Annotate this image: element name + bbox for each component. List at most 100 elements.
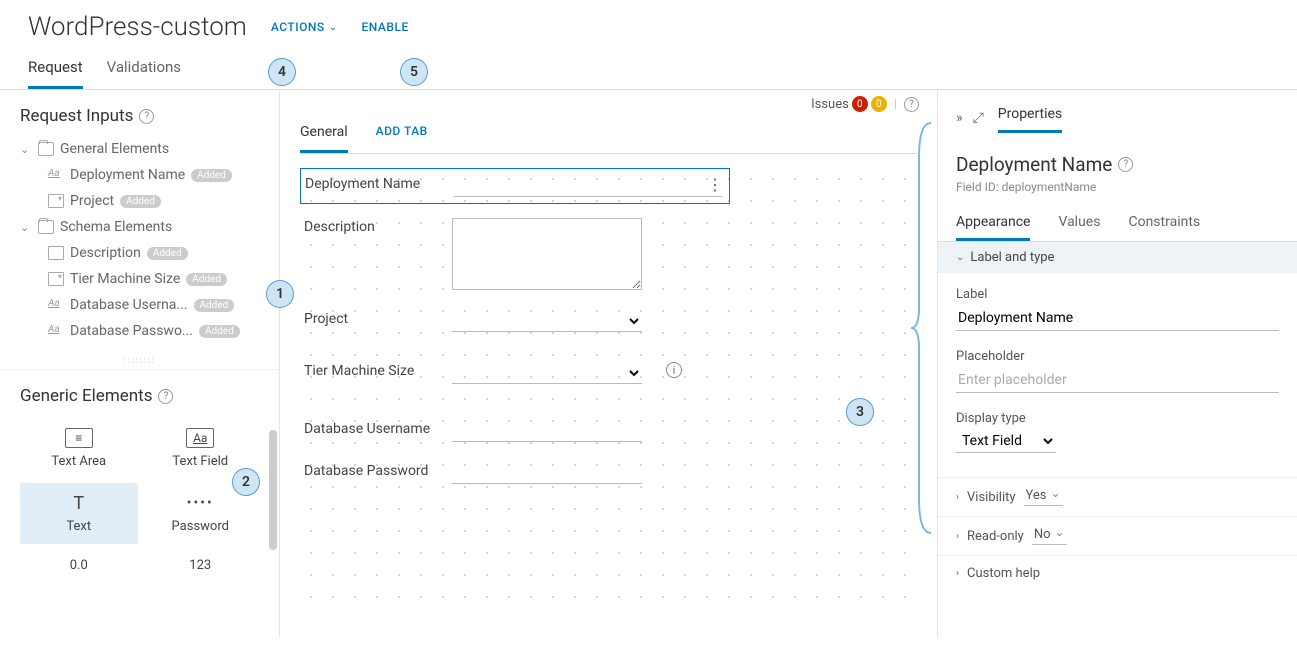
help-icon[interactable]: ? bbox=[139, 109, 154, 124]
combo-icon bbox=[48, 194, 64, 208]
tree-schema-elements[interactable]: ⌄ Schema Elements bbox=[20, 214, 259, 240]
prop-tab-values[interactable]: Values bbox=[1058, 208, 1100, 241]
callout-4: 4 bbox=[268, 58, 296, 86]
properties-tab[interactable]: Properties bbox=[998, 102, 1062, 133]
tree-item-db-username[interactable]: Aa Database Userna... Added bbox=[20, 292, 259, 318]
db-username-input[interactable] bbox=[452, 420, 642, 442]
folder-icon bbox=[38, 142, 54, 156]
row-db-username[interactable]: Database Username bbox=[300, 414, 917, 448]
db-password-input[interactable] bbox=[452, 462, 642, 484]
left-panel: Request Inputs ? ⌄ General Elements Aa D… bbox=[0, 90, 280, 638]
password-icon: •••• bbox=[186, 493, 214, 513]
callout-2: 2 bbox=[232, 468, 260, 496]
info-icon[interactable]: i bbox=[666, 362, 682, 378]
row-tier-machine[interactable]: Tier Machine Size i bbox=[300, 356, 917, 390]
description-textarea[interactable] bbox=[452, 218, 642, 290]
row-menu-icon[interactable]: ⋮ bbox=[707, 175, 723, 194]
label-label: Label bbox=[956, 287, 1279, 302]
gen-label: 123 bbox=[189, 558, 211, 573]
text-field-icon: Aa bbox=[48, 324, 64, 338]
deployment-name-input[interactable] bbox=[453, 175, 723, 197]
main-tabs: Request Validations bbox=[0, 50, 1297, 90]
generic-text[interactable]: T Text bbox=[20, 483, 138, 544]
readonly-label: Read-only bbox=[967, 529, 1024, 544]
callout-1: 1 bbox=[266, 280, 294, 308]
added-badge: Added bbox=[194, 299, 235, 312]
prop-tab-appearance[interactable]: Appearance bbox=[956, 208, 1030, 241]
added-badge: Added bbox=[120, 195, 161, 208]
expand-icon[interactable]: ⤢ bbox=[973, 110, 984, 126]
actions-menu[interactable]: ACTIONS ⌄ bbox=[271, 20, 338, 34]
issues-label: Issues bbox=[811, 97, 849, 112]
generic-integer[interactable]: 123 bbox=[142, 548, 260, 583]
tree-label: General Elements bbox=[60, 141, 169, 157]
tier-machine-select[interactable] bbox=[452, 362, 642, 384]
display-type-select[interactable]: Text Field bbox=[956, 430, 1056, 453]
visibility-value[interactable]: Yes bbox=[1024, 488, 1063, 506]
tree-item-label: Database Passwo... bbox=[70, 323, 193, 339]
tree-general-elements[interactable]: ⌄ General Elements bbox=[20, 136, 259, 162]
visibility-row[interactable]: › Visibility Yes bbox=[938, 477, 1297, 516]
scrollbar-thumb[interactable] bbox=[269, 430, 277, 550]
tree-item-label: Project bbox=[70, 193, 114, 209]
readonly-value[interactable]: No bbox=[1032, 527, 1067, 545]
form-canvas[interactable]: Deployment Name ⋮ Description Project Ti… bbox=[300, 168, 917, 598]
readonly-row[interactable]: › Read-only No bbox=[938, 516, 1297, 555]
tree-item-label: Description bbox=[70, 245, 141, 261]
generic-elements-title: Generic Elements ? bbox=[20, 386, 259, 406]
field-label: Tier Machine Size bbox=[304, 362, 434, 380]
callout-3: 3 bbox=[846, 398, 874, 426]
request-inputs-label: Request Inputs bbox=[20, 106, 133, 126]
callout-5: 5 bbox=[400, 58, 428, 86]
text-icon: T bbox=[65, 493, 93, 513]
row-db-password[interactable]: Database Password bbox=[300, 456, 917, 490]
text-field-icon: Aa bbox=[48, 168, 64, 182]
field-label: Description bbox=[304, 218, 434, 236]
help-icon[interactable]: ? bbox=[904, 97, 919, 112]
project-select[interactable] bbox=[452, 310, 642, 332]
chevron-right-icon: › bbox=[956, 568, 959, 579]
enable-button[interactable]: ENABLE bbox=[362, 20, 409, 34]
tree-item-deployment-name[interactable]: Aa Deployment Name Added bbox=[20, 162, 259, 188]
tree-item-label: Tier Machine Size bbox=[70, 271, 180, 287]
visibility-label: Visibility bbox=[967, 490, 1016, 505]
tree-label: Schema Elements bbox=[60, 219, 172, 235]
row-deployment-name[interactable]: Deployment Name ⋮ bbox=[300, 168, 730, 204]
collapse-icon[interactable]: » bbox=[956, 110, 963, 126]
custom-help-row[interactable]: › Custom help bbox=[938, 555, 1297, 591]
added-badge: Added bbox=[199, 325, 240, 338]
row-description[interactable]: Description bbox=[300, 212, 917, 296]
tree-item-description[interactable]: Description Added bbox=[20, 240, 259, 266]
gen-label: 0.0 bbox=[70, 558, 88, 573]
properties-panel: » ⤢ Properties Deployment Name ? Field I… bbox=[937, 90, 1297, 638]
tree-item-label: Database Userna... bbox=[70, 297, 188, 313]
issues-warning-badge[interactable]: 0 bbox=[871, 96, 887, 112]
textarea-icon: ≡ bbox=[65, 428, 93, 448]
resize-handle[interactable]: :::::::: bbox=[0, 352, 279, 369]
tree-item-db-password[interactable]: Aa Database Passwo... Added bbox=[20, 318, 259, 344]
tree-item-project[interactable]: Project Added bbox=[20, 188, 259, 214]
field-label: Deployment Name bbox=[305, 175, 435, 193]
placeholder-input[interactable] bbox=[956, 368, 1279, 393]
tree-item-tier-machine[interactable]: Tier Machine Size Added bbox=[20, 266, 259, 292]
add-tab-button[interactable]: ADD TAB bbox=[376, 116, 428, 153]
folder-icon bbox=[38, 220, 54, 234]
added-badge: Added bbox=[186, 273, 227, 286]
canvas-panel: Issues 0 0 | ? General ADD TAB Deploymen… bbox=[280, 90, 937, 638]
canvas-tab-general[interactable]: General bbox=[300, 116, 348, 153]
help-icon[interactable]: ? bbox=[1118, 157, 1133, 172]
issues-error-badge[interactable]: 0 bbox=[852, 96, 868, 112]
tab-validations[interactable]: Validations bbox=[107, 50, 181, 89]
row-project[interactable]: Project bbox=[300, 304, 917, 338]
generic-textarea[interactable]: ≡ Text Area bbox=[20, 418, 138, 479]
textfield-icon: Aa bbox=[186, 428, 214, 448]
combo-icon bbox=[48, 272, 64, 286]
generic-decimal[interactable]: 0.0 bbox=[20, 548, 138, 583]
tab-request[interactable]: Request bbox=[28, 50, 83, 89]
label-input[interactable] bbox=[956, 306, 1279, 331]
actions-label: ACTIONS bbox=[271, 20, 325, 34]
section-label-type[interactable]: ⌄ Label and type bbox=[938, 242, 1297, 273]
prop-tab-constraints[interactable]: Constraints bbox=[1128, 208, 1200, 241]
gen-label: Text Field bbox=[172, 454, 228, 469]
help-icon[interactable]: ? bbox=[158, 389, 173, 404]
